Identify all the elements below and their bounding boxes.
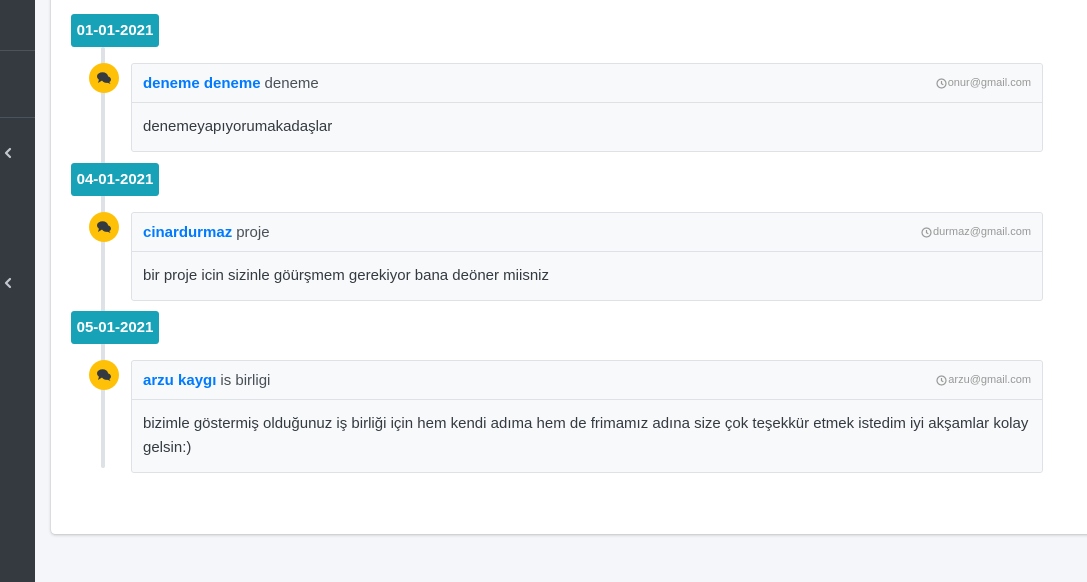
timeline-body: denemeyapıyorumakadaşlar [143, 118, 333, 135]
comments-icon [89, 63, 119, 93]
message-subject: deneme [264, 74, 319, 92]
comments-icon [89, 212, 119, 242]
chevron-left-icon[interactable] [2, 146, 14, 160]
timeline-header: deneme deneme deneme onur@gmail.com [132, 64, 1042, 103]
sidebar [0, 0, 35, 582]
clock-icon [936, 374, 947, 386]
time-label: 04-01-2021 [71, 163, 159, 196]
time-label-text: 05-01-2021 [76, 319, 154, 336]
author-link[interactable]: arzu kaygı [143, 372, 216, 389]
timeline-body: bir proje icin sizinle göürşmem gerekiyo… [143, 267, 550, 284]
sidebar-divider [0, 117, 35, 118]
time-label: 01-01-2021 [71, 14, 159, 47]
timeline-item: deneme deneme deneme onur@gmail.com dene… [131, 63, 1043, 152]
comments-icon [89, 360, 119, 390]
time-label-text: 04-01-2021 [76, 171, 154, 188]
timeline-header: arzu kaygı is birligi arzu@gmail.com [132, 361, 1042, 400]
timeline-body: bizimle göstermiş olduğunuz iş birliği i… [143, 415, 1029, 456]
message-subject: is birligi [220, 371, 271, 389]
timeline-item: arzu kaygı is birligi arzu@gmail.com biz… [131, 360, 1043, 473]
sender-email: arzu@gmail.com [936, 374, 1031, 386]
chevron-left-icon[interactable] [2, 276, 14, 290]
time-label-text: 01-01-2021 [76, 22, 154, 39]
message-subject: proje [236, 223, 270, 241]
timeline-item: cinardurmaz proje durmaz@gmail.com bir p… [131, 212, 1043, 301]
time-label: 05-01-2021 [71, 311, 159, 344]
author-link[interactable]: deneme deneme [143, 75, 261, 92]
sender-email-text: durmaz@gmail.com [933, 226, 1031, 238]
timeline-header: cinardurmaz proje durmaz@gmail.com [132, 213, 1042, 252]
clock-icon [921, 226, 932, 238]
author-link[interactable]: cinardurmaz [143, 224, 232, 241]
timeline-line [101, 47, 105, 468]
clock-icon [936, 77, 947, 89]
sender-email-text: arzu@gmail.com [948, 374, 1031, 386]
sidebar-divider [0, 50, 35, 51]
sender-email-text: onur@gmail.com [947, 77, 1031, 89]
sender-email: durmaz@gmail.com [921, 226, 1031, 238]
sender-email: onur@gmail.com [936, 77, 1031, 89]
